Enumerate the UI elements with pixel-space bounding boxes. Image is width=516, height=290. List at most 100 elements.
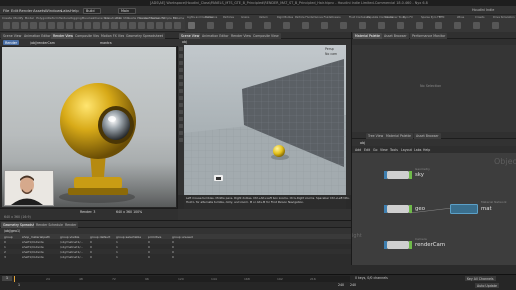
viewport-tool-icon[interactable]: [179, 110, 183, 114]
shelf-light-tool-icon[interactable]: [188, 22, 195, 29]
menu-help[interactable]: Help: [70, 8, 79, 13]
shelf-light-tool-icon[interactable]: [302, 22, 309, 29]
shelf-light-tool-icon[interactable]: [416, 22, 423, 29]
shelf-light-tool-icon[interactable]: [454, 22, 461, 29]
node-mat-body[interactable]: [450, 204, 478, 214]
shelf-right-tab-3[interactable]: Grains: [240, 16, 250, 21]
viewport-tool-icon[interactable]: [179, 89, 183, 93]
shelf-tool-icon[interactable]: [30, 22, 37, 29]
key-all-channels-button[interactable]: Key All Channels: [465, 276, 496, 281]
shelf-light-tool-icon[interactable]: [378, 22, 385, 29]
global-end-field[interactable]: 240: [350, 283, 356, 287]
shelf-tab-0[interactable]: Create: [1, 16, 13, 21]
shelf-tool-icon[interactable]: [156, 22, 163, 29]
shelf-tool-icon[interactable]: [102, 22, 109, 29]
shelf-tool-icon[interactable]: [93, 22, 100, 29]
mantra-selector[interactable]: mantra: [100, 41, 112, 45]
node-sky-render-flag[interactable]: [409, 171, 412, 179]
viewport-tool-icon[interactable]: [179, 47, 183, 51]
shelf-light-tool-icon[interactable]: [359, 22, 366, 29]
viewport-tool-icon[interactable]: [179, 131, 183, 135]
shelf-light-tool-icon[interactable]: [245, 22, 252, 29]
auto-update-dropdown[interactable]: Auto Update: [475, 283, 499, 288]
menu-windows[interactable]: Windows: [45, 8, 62, 13]
shelf-right-tab-15[interactable]: Wires: [456, 16, 465, 21]
menu-file[interactable]: File: [3, 8, 9, 13]
viewport-tool-icon[interactable]: [179, 103, 183, 107]
network-menu-add[interactable]: Add: [355, 148, 361, 152]
shelf-tool-icon[interactable]: [84, 22, 91, 29]
range-end-field[interactable]: 240: [338, 283, 344, 287]
node-sky-body[interactable]: [387, 171, 409, 179]
node-geo-body[interactable]: [387, 205, 409, 213]
network-menu-view[interactable]: View: [380, 148, 388, 152]
viewport-tool-icon[interactable]: [179, 75, 183, 79]
shelf-light-tool-icon[interactable]: [340, 22, 347, 29]
node-rendercam-body[interactable]: [387, 241, 409, 249]
shelf-light-tool-icon[interactable]: [435, 22, 442, 29]
current-frame-field[interactable]: 1: [2, 276, 12, 281]
shelf-right-tab-16[interactable]: Crowds: [474, 16, 486, 21]
spreadsheet-node-path[interactable]: /obj/geo1/: [4, 229, 20, 233]
timeline-track[interactable]: 24 48 72 96 120 144 168 192 216: [14, 276, 350, 282]
camera-selector[interactable]: /obj/renderCam: [30, 41, 55, 45]
node-geo-render-flag[interactable]: [409, 205, 412, 213]
menu-render[interactable]: Render: [19, 8, 33, 13]
scene-viewport[interactable]: Persp No cam: [184, 45, 346, 195]
menu-labs[interactable]: Labs: [61, 8, 70, 13]
shelf-light-tool-icon[interactable]: [397, 22, 404, 29]
viewport-tool-icon[interactable]: [179, 117, 183, 121]
shelf-tool-icon[interactable]: [147, 22, 154, 29]
shelf-tool-icon[interactable]: [3, 22, 10, 29]
network-menu-labs[interactable]: Labs: [414, 148, 421, 152]
persp-menu[interactable]: Persp: [325, 47, 334, 51]
shelf-tool-icon[interactable]: [39, 22, 46, 29]
shelf-tool-icon[interactable]: [48, 22, 55, 29]
shelf-right-tab-4[interactable]: Vellum: [258, 16, 269, 21]
shelf-tool-icon[interactable]: [120, 22, 127, 29]
shelf-tool-icon[interactable]: [12, 22, 19, 29]
shelf-right-tab-8[interactable]: Oceans: [330, 16, 342, 21]
network-canvas[interactable]: Objects ight Geometry sky geo Material N…: [352, 153, 516, 265]
build-desktop-dropdown[interactable]: Build: [83, 7, 101, 14]
viewport-tool-icon[interactable]: [179, 138, 183, 142]
shelf-light-tool-icon[interactable]: [207, 22, 214, 29]
shelf-tool-icon[interactable]: [75, 22, 82, 29]
shelf-tab-2[interactable]: Model: [24, 16, 35, 21]
shelf-light-tool-icon[interactable]: [226, 22, 233, 29]
network-menu-go[interactable]: Go: [373, 148, 377, 152]
resolution-dropdown[interactable]: 640 x 360 (16:9): [4, 215, 31, 219]
shelf-right-tab-1[interactable]: Collisions: [204, 16, 218, 21]
shelf-right-tab-12[interactable]: Pyro FX: [402, 16, 414, 21]
shelf-tab-1[interactable]: Modify: [12, 16, 24, 21]
shelf-right-tab-6[interactable]: Particle Fluids: [294, 16, 314, 21]
shelf-tool-icon[interactable]: [21, 22, 28, 29]
camera-menu[interactable]: No cam: [325, 52, 337, 56]
shelf-tool-icon[interactable]: [174, 22, 181, 29]
shelf-tool-icon[interactable]: [57, 22, 64, 29]
shelf-light-tool-icon[interactable]: [283, 22, 290, 29]
node-rendercam-render-flag[interactable]: [409, 241, 412, 249]
shelf-light-tool-icon[interactable]: [321, 22, 328, 29]
shelf-tool-icon[interactable]: [129, 22, 136, 29]
network-menu-tools[interactable]: Tools: [390, 148, 398, 152]
render-button[interactable]: Render: [3, 40, 20, 45]
shelf-right-tab-5[interactable]: Rigid Bodies: [276, 16, 294, 21]
shelf-light-tool-icon[interactable]: [264, 22, 271, 29]
shelf-right-tab-2[interactable]: Particles: [222, 16, 235, 21]
viewport-network-path[interactable]: obj: [182, 40, 187, 44]
viewport-tool-icon[interactable]: [179, 61, 183, 65]
shelf-tool-icon[interactable]: [111, 22, 118, 29]
viewport-tool-icon[interactable]: [179, 54, 183, 58]
playhead[interactable]: [14, 276, 15, 282]
shelf-light-tool-icon[interactable]: [492, 22, 499, 29]
shelf-tool-icon[interactable]: [138, 22, 145, 29]
network-menu-help[interactable]: Help: [423, 148, 430, 152]
shelf-tab-15[interactable]: Volume: [172, 16, 185, 21]
viewport-tool-icon[interactable]: [179, 82, 183, 86]
range-start-field[interactable]: 1: [18, 283, 20, 287]
shelf-right-tab-17[interactable]: Drive Simulation: [492, 16, 516, 21]
viewport-tool-icon[interactable]: [179, 96, 183, 100]
shelf-tool-icon[interactable]: [66, 22, 73, 29]
menu-edit[interactable]: Edit: [11, 8, 18, 13]
